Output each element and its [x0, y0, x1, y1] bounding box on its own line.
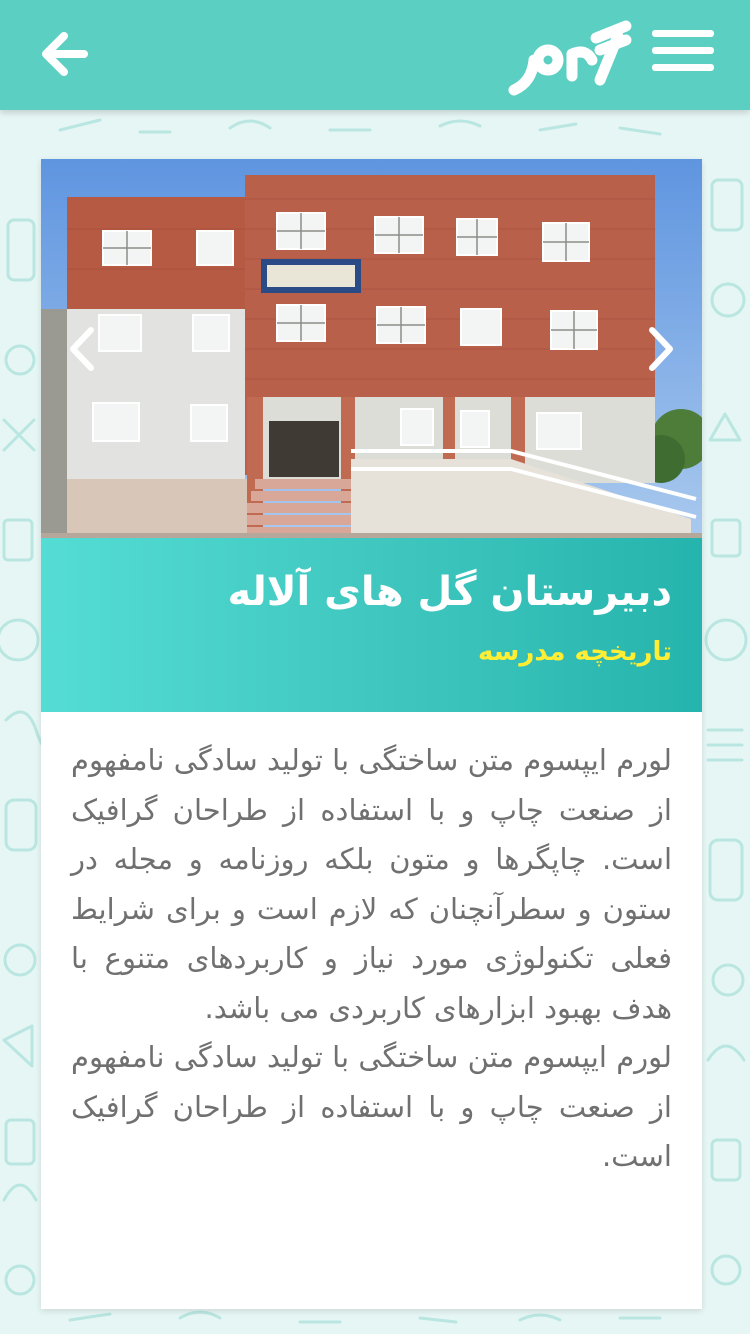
school-building-photo: [41, 159, 702, 538]
image-slider[interactable]: [41, 159, 702, 538]
title-band: دبیرستان گل های آلاله تاریخچه مدرسه: [41, 538, 702, 712]
school-card: دبیرستان گل های آلاله تاریخچه مدرسه لورم…: [41, 159, 702, 1309]
top-app-bar: [0, 0, 750, 110]
hamburger-menu-icon: [652, 30, 714, 71]
school-name-title: دبیرستان گل های آلاله: [227, 569, 672, 615]
slider-next-button[interactable]: [640, 324, 680, 374]
paragraph: لورم ایپسوم متن ساختگی با تولید سادگی نا…: [71, 743, 672, 1025]
arrow-left-icon: [42, 32, 88, 76]
chevron-left-icon: [70, 327, 94, 371]
slider-prev-button[interactable]: [63, 324, 103, 374]
chevron-right-icon: [649, 327, 673, 371]
back-button[interactable]: [36, 26, 92, 82]
section-subtitle: تاریخچه مدرسه: [478, 637, 672, 667]
logo-wordmark: [508, 20, 632, 96]
menu-button[interactable]: [652, 30, 714, 84]
app-logo: [500, 14, 640, 98]
school-history-text: لورم ایپسوم متن ساختگی با تولید سادگی نا…: [41, 712, 702, 1182]
paragraph: لورم ایپسوم متن ساختگی با تولید سادگی نا…: [71, 1040, 672, 1173]
